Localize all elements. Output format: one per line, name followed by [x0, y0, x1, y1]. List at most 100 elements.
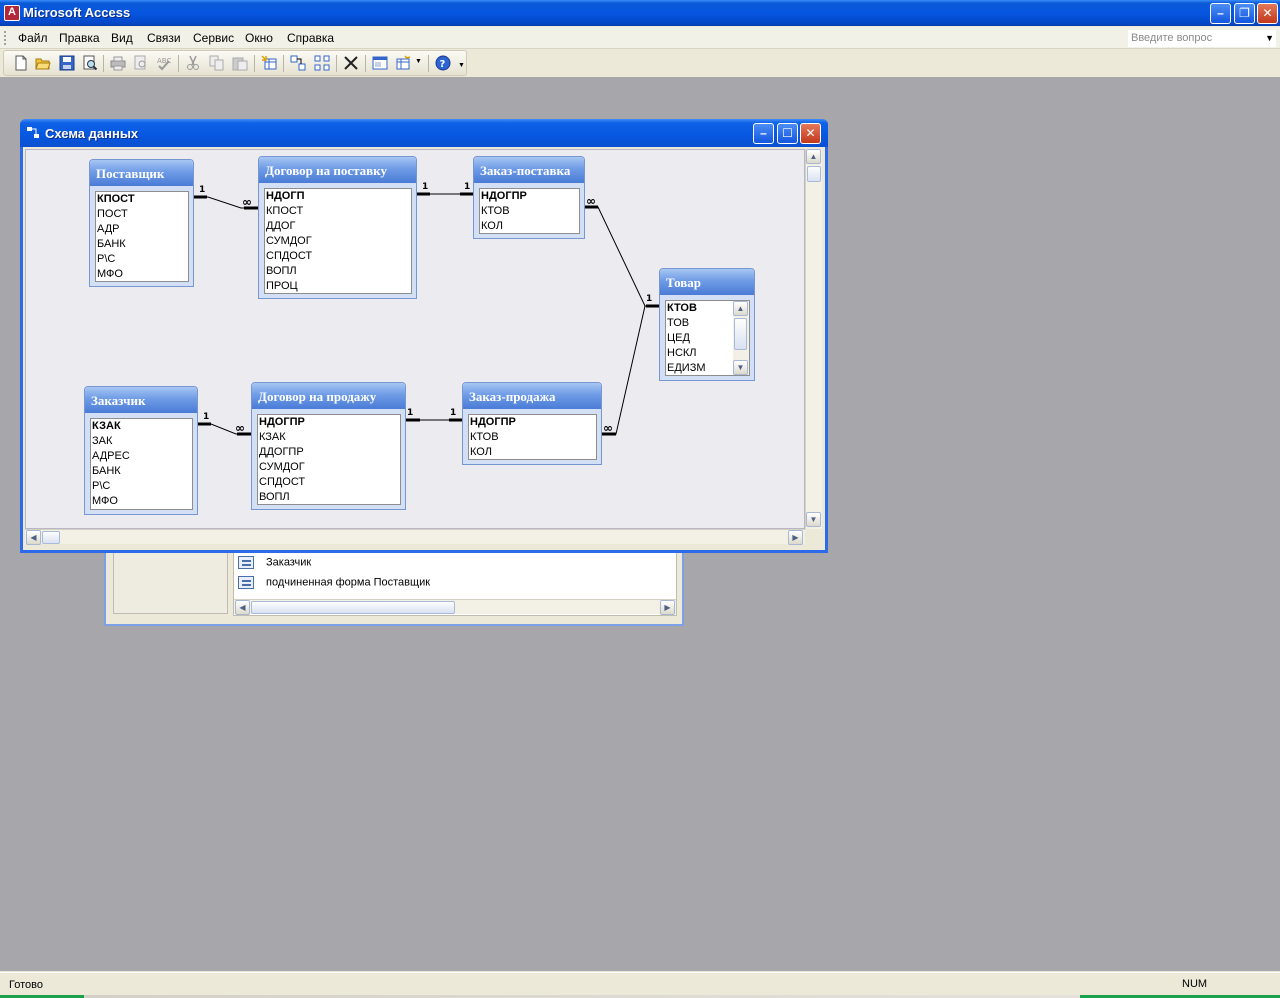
scroll-left-icon[interactable]: ◀: [235, 600, 250, 615]
open-icon[interactable]: [35, 55, 51, 71]
canvas-vscrollbar[interactable]: ▲ ▼: [805, 149, 822, 529]
ask-question-input[interactable]: Введите вопрос ▼: [1128, 30, 1276, 47]
close-button[interactable]: ✕: [1257, 3, 1278, 24]
table-title[interactable]: Заказчик: [85, 387, 197, 413]
table-postavshchik[interactable]: Поставщик КПОСТ ПОСТ АДР БАНК Р\С МФО: [89, 159, 194, 287]
menu-help[interactable]: Справка: [287, 31, 334, 45]
field-item[interactable]: КТОВ: [480, 204, 579, 219]
field-item[interactable]: БАНК: [91, 464, 192, 479]
schema-close-button[interactable]: ✕: [800, 123, 821, 144]
field-item[interactable]: КЗАК: [91, 419, 192, 434]
field-item[interactable]: БАНК: [96, 237, 188, 252]
table-title[interactable]: Заказ-продажа: [463, 383, 601, 409]
table-dogovor-prodazha[interactable]: Договор на продажу НДОГПР КЗАК ДДОГПР СУ…: [251, 382, 406, 510]
object-list-hscrollbar[interactable]: ◀ ▶: [234, 599, 676, 615]
list-item[interactable]: Заказчик: [238, 556, 311, 569]
cut-icon[interactable]: [185, 55, 201, 71]
field-item[interactable]: НДОГПР: [258, 415, 400, 430]
field-item[interactable]: ПРОЦ: [265, 279, 411, 294]
scroll-thumb[interactable]: [807, 166, 821, 182]
menu-tools[interactable]: Сервис: [193, 31, 234, 45]
table-tovar[interactable]: Товар КТОВ ТОВ ЦЕД НСКЛ ЕДИЗМ ▲ ▼: [659, 268, 755, 381]
new-icon[interactable]: [13, 55, 29, 71]
schema-minimize-button[interactable]: –: [753, 123, 774, 144]
table-zakaz-prodazha[interactable]: Заказ-продажа НДОГПР КТОВ КОЛ: [462, 382, 602, 465]
scroll-right-icon[interactable]: ▶: [660, 600, 675, 615]
field-item[interactable]: СПДОСТ: [258, 475, 400, 490]
delete-icon[interactable]: [343, 55, 359, 71]
new-object-dropdown-icon[interactable]: ▼: [415, 58, 422, 65]
table-title[interactable]: Договор на поставку: [259, 157, 416, 183]
menu-relations[interactable]: Связи: [147, 31, 181, 45]
field-item[interactable]: ДДОГПР: [258, 445, 400, 460]
menu-view[interactable]: Вид: [111, 31, 133, 45]
print-preview-icon[interactable]: [133, 55, 149, 71]
menu-file[interactable]: Файл: [18, 31, 48, 45]
table-dogovor-postavka[interactable]: Договор на поставку НДОГП КПОСТ ДДОГ СУМ…: [258, 156, 417, 299]
field-item[interactable]: Р\С: [91, 479, 192, 494]
field-item[interactable]: КОЛ: [480, 219, 579, 234]
menu-window[interactable]: Окно: [245, 31, 273, 45]
schema-maximize-button[interactable]: ☐: [777, 123, 798, 144]
field-item[interactable]: МФО: [96, 267, 188, 282]
access-app-icon[interactable]: [4, 5, 20, 21]
minimize-button[interactable]: –: [1210, 3, 1231, 24]
canvas-hscrollbar[interactable]: ◀ ▶: [25, 529, 805, 545]
field-item[interactable]: НДОГПР: [480, 189, 579, 204]
field-item[interactable]: АДР: [96, 222, 188, 237]
copy-icon[interactable]: [209, 55, 225, 71]
field-item[interactable]: ВОПЛ: [258, 490, 400, 505]
restore-button[interactable]: ❐: [1234, 3, 1255, 24]
field-item[interactable]: ДДОГ: [265, 219, 411, 234]
field-item[interactable]: Р\С: [96, 252, 188, 267]
toolbar-options-icon[interactable]: ▼: [458, 62, 465, 69]
save-icon[interactable]: [59, 55, 75, 71]
list-item[interactable]: подчиненная форма Поставщик: [238, 576, 430, 589]
scroll-down-icon[interactable]: ▼: [806, 512, 821, 527]
scroll-left-icon[interactable]: ◀: [26, 530, 41, 545]
table-title[interactable]: Договор на продажу: [252, 383, 405, 409]
paste-icon[interactable]: [232, 55, 248, 71]
ask-dropdown-icon[interactable]: ▼: [1265, 30, 1274, 46]
table-zakazchik[interactable]: Заказчик КЗАК ЗАК АДРЕС БАНК Р\С МФО: [84, 386, 198, 515]
field-item[interactable]: СУМДОГ: [265, 234, 411, 249]
scroll-thumb[interactable]: [251, 601, 455, 614]
database-window-icon[interactable]: [372, 55, 388, 71]
spelling-icon[interactable]: ABC: [156, 55, 172, 71]
field-item[interactable]: НДОГП: [265, 189, 411, 204]
field-item[interactable]: ПОСТ: [96, 207, 188, 222]
new-object-icon[interactable]: [396, 55, 412, 71]
search-icon[interactable]: [82, 55, 98, 71]
field-item[interactable]: МФО: [91, 494, 192, 509]
show-table-icon[interactable]: [261, 55, 277, 71]
field-item[interactable]: КПОСТ: [265, 204, 411, 219]
field-item[interactable]: ВОПЛ: [265, 264, 411, 279]
field-item[interactable]: КТОВ: [469, 430, 596, 445]
scroll-thumb[interactable]: [734, 318, 747, 350]
relationships-canvas[interactable]: 1 ∞ 1 1 ∞ 1 1 ∞ 1 1 ∞ Поставщик КПОСТ ПО…: [25, 149, 805, 529]
show-direct-icon[interactable]: [290, 55, 306, 71]
field-item[interactable]: КЗАК: [258, 430, 400, 445]
field-item[interactable]: КОЛ: [469, 445, 596, 460]
field-item[interactable]: НДОГПР: [469, 415, 596, 430]
scroll-up-icon[interactable]: ▲: [733, 301, 748, 316]
menu-grip[interactable]: [4, 31, 7, 45]
field-item[interactable]: АДРЕС: [91, 449, 192, 464]
menu-edit[interactable]: Правка: [59, 31, 100, 45]
field-item[interactable]: КПОСТ: [96, 192, 188, 207]
table-title[interactable]: Поставщик: [90, 160, 193, 186]
field-item[interactable]: СУМДОГ: [258, 460, 400, 475]
field-item[interactable]: СПДОСТ: [265, 249, 411, 264]
field-item[interactable]: ЗАК: [91, 434, 192, 449]
scroll-thumb[interactable]: [42, 531, 60, 544]
scroll-up-icon[interactable]: ▲: [806, 149, 821, 164]
show-all-icon[interactable]: [314, 55, 330, 71]
scroll-right-icon[interactable]: ▶: [788, 530, 803, 545]
field-list-scrollbar[interactable]: ▲ ▼: [733, 301, 749, 375]
table-zakaz-postavka[interactable]: Заказ-поставка НДОГПР КТОВ КОЛ: [473, 156, 585, 239]
table-title[interactable]: Товар: [660, 269, 754, 295]
relationships-icon[interactable]: [27, 127, 40, 139]
scroll-down-icon[interactable]: ▼: [733, 360, 748, 375]
print-icon[interactable]: [110, 55, 126, 71]
help-icon[interactable]: ?: [435, 55, 451, 71]
